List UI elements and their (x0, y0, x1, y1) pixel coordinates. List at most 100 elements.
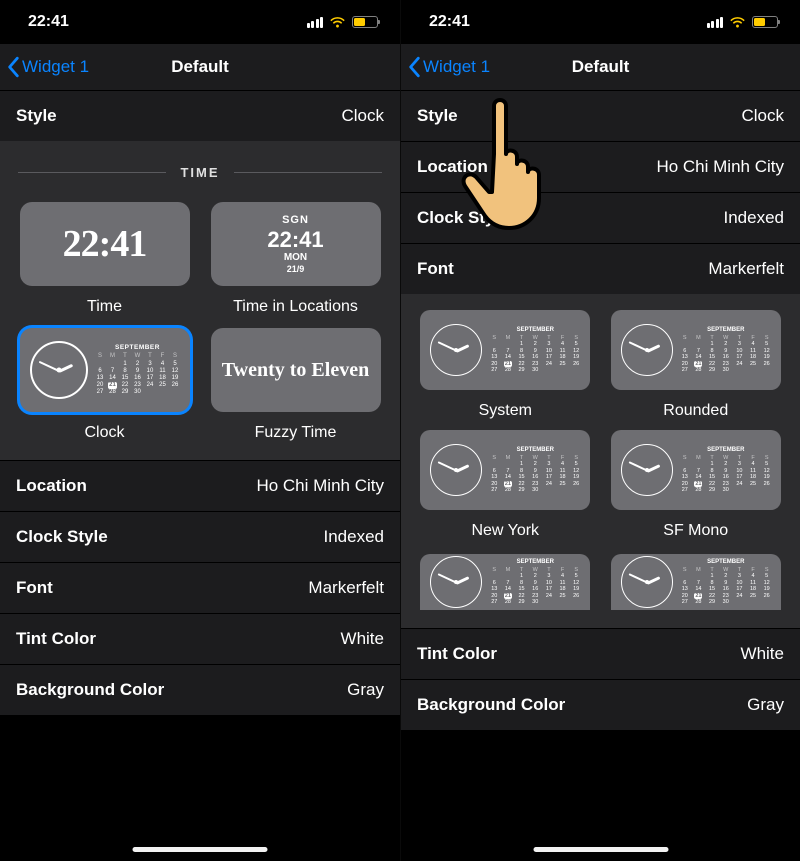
style-option-time-in-locations[interactable]: SGN 22:41 MON 21/9 Time in Locations (209, 202, 382, 316)
preview-loc-date: 21/9 (267, 264, 323, 274)
font-option-rounded[interactable]: SEPTEMBERSMTWTFS123456789101112131415161… (610, 310, 783, 420)
row-style-label: Style (16, 106, 57, 126)
font-option-sfmono[interactable]: SEPTEMBERSMTWTFS123456789101112131415161… (610, 430, 783, 540)
preview-time: 22:41 (63, 222, 147, 266)
style-option-time-label: Time (87, 298, 122, 316)
style-option-clock[interactable]: SEPTEMBERSMTWTFS123456789101112131415161… (18, 328, 191, 442)
font-tile-system: SEPTEMBERSMTWTFS123456789101112131415161… (420, 310, 590, 390)
nav-bar: Widget 1 Default (0, 44, 400, 90)
style-tile-time: 22:41 (20, 202, 190, 286)
font-option-newyork[interactable]: SEPTEMBERSMTWTFS123456789101112131415161… (419, 430, 592, 540)
row-location-value: Ho Chi Minh City (256, 476, 384, 496)
style-option-fuzzy[interactable]: Twenty to Eleven Fuzzy Time (209, 328, 382, 442)
font-option-extra-1[interactable]: SEPTEMBERSMTWTFS123456789101112131415161… (419, 554, 592, 610)
wifi-icon (729, 16, 746, 28)
back-button[interactable]: Widget 1 (407, 44, 490, 90)
font-option-system-label: System (479, 402, 532, 420)
row-font[interactable]: Font Markerfelt (401, 243, 800, 294)
row-tint-color[interactable]: Tint Color White (401, 628, 800, 679)
row-font-value: Markerfelt (708, 259, 784, 279)
analog-clock-icon (621, 556, 673, 608)
analog-clock-icon (430, 556, 482, 608)
row-background-color-value: Gray (347, 680, 384, 700)
chevron-left-icon (6, 56, 22, 78)
style-tile-fuzzy: Twenty to Eleven (211, 328, 381, 412)
row-background-color[interactable]: Background Color Gray (401, 679, 800, 730)
mini-calendar: SEPTEMBERSMTWTFS123456789101112131415161… (490, 447, 580, 494)
row-style-label: Style (417, 106, 458, 126)
row-clock-style[interactable]: Clock Style Indexed (401, 192, 800, 243)
row-tint-color-label: Tint Color (417, 644, 497, 664)
status-bar: 22:41 (0, 0, 400, 44)
row-style-value: Clock (341, 106, 384, 126)
row-location[interactable]: Location Ho Chi Minh City (401, 141, 800, 192)
row-font-value: Markerfelt (308, 578, 384, 598)
row-clock-style-value: Indexed (724, 208, 785, 228)
style-option-time[interactable]: 22:41 Time (18, 202, 191, 316)
back-label: Widget 1 (22, 57, 89, 77)
back-button[interactable]: Widget 1 (6, 44, 89, 90)
font-tile-rounded: SEPTEMBERSMTWTFS123456789101112131415161… (611, 310, 781, 390)
analog-clock-icon (621, 444, 673, 496)
section-header-time: TIME (18, 165, 382, 180)
preview-loc-time: 22:41 (267, 227, 323, 252)
analog-clock-icon (30, 341, 88, 399)
row-background-color-label: Background Color (16, 680, 164, 700)
font-option-sfmono-label: SF Mono (663, 522, 728, 540)
row-background-color[interactable]: Background Color Gray (0, 664, 400, 715)
status-icons (307, 16, 379, 28)
status-time: 22:41 (429, 13, 470, 31)
analog-clock-icon (430, 324, 482, 376)
row-background-color-label: Background Color (417, 695, 565, 715)
battery-icon (352, 16, 378, 28)
row-tint-color-value: White (341, 629, 384, 649)
font-option-extra-2[interactable]: SEPTEMBERSMTWTFS123456789101112131415161… (610, 554, 783, 610)
style-picker: TIME 22:41 Time SGN 22:41 MON 21/9 (0, 141, 400, 460)
home-indicator[interactable] (533, 847, 668, 852)
preview-loc-day: MON (267, 252, 323, 264)
row-location[interactable]: Location Ho Chi Minh City (0, 460, 400, 511)
row-tint-color-value: White (741, 644, 784, 664)
row-font-label: Font (417, 259, 454, 279)
row-clock-style[interactable]: Clock Style Indexed (0, 511, 400, 562)
back-label: Widget 1 (423, 57, 490, 77)
style-option-loc-label: Time in Locations (233, 298, 358, 316)
font-option-rounded-label: Rounded (663, 402, 728, 420)
font-option-system[interactable]: SEPTEMBERSMTWTFS123456789101112131415161… (419, 310, 592, 420)
status-icons (707, 16, 779, 28)
right-phone: 22:41 Widget 1 Default Style Clock Locat… (400, 0, 800, 861)
analog-clock-icon (430, 444, 482, 496)
row-clock-style-label: Clock Style (417, 208, 509, 228)
row-location-label: Location (16, 476, 87, 496)
row-location-value: Ho Chi Minh City (656, 157, 784, 177)
row-font[interactable]: Font Markerfelt (0, 562, 400, 613)
font-tile-extra-2: SEPTEMBERSMTWTFS123456789101112131415161… (611, 554, 781, 610)
mini-calendar: SEPTEMBERSMTWTFS123456789101112131415161… (490, 327, 580, 374)
home-indicator[interactable] (133, 847, 268, 852)
mini-calendar: SEPTEMBERSMTWTFS123456789101112131415161… (681, 559, 771, 606)
row-style[interactable]: Style Clock (401, 90, 800, 141)
font-tile-extra-1: SEPTEMBERSMTWTFS123456789101112131415161… (420, 554, 590, 610)
row-tint-color[interactable]: Tint Color White (0, 613, 400, 664)
mini-calendar: SEPTEMBERSMTWTFS123456789101112131415161… (681, 327, 771, 374)
cellular-icon (707, 17, 724, 28)
row-font-label: Font (16, 578, 53, 598)
row-style[interactable]: Style Clock (0, 90, 400, 141)
battery-icon (752, 16, 778, 28)
row-location-label: Location (417, 157, 488, 177)
mini-calendar: SEPTEMBERSMTWTFS123456789101112131415161… (490, 559, 580, 606)
left-phone: 22:41 Widget 1 Default Style Clock TIME … (0, 0, 400, 861)
style-tile-time-in-locations: SGN 22:41 MON 21/9 (211, 202, 381, 286)
row-style-value: Clock (741, 106, 784, 126)
style-option-fuzzy-label: Fuzzy Time (255, 424, 337, 442)
mini-calendar: SEPTEMBERSMTWTFS123456789101112131415161… (96, 344, 180, 397)
preview-loc-code: SGN (267, 214, 323, 227)
nav-bar: Widget 1 Default (401, 44, 800, 90)
row-tint-color-label: Tint Color (16, 629, 96, 649)
row-background-color-value: Gray (747, 695, 784, 715)
status-bar: 22:41 (401, 0, 800, 44)
wifi-icon (329, 16, 346, 28)
font-tile-newyork: SEPTEMBERSMTWTFS123456789101112131415161… (420, 430, 590, 510)
analog-clock-icon (621, 324, 673, 376)
mini-calendar: SEPTEMBERSMTWTFS123456789101112131415161… (681, 447, 771, 494)
